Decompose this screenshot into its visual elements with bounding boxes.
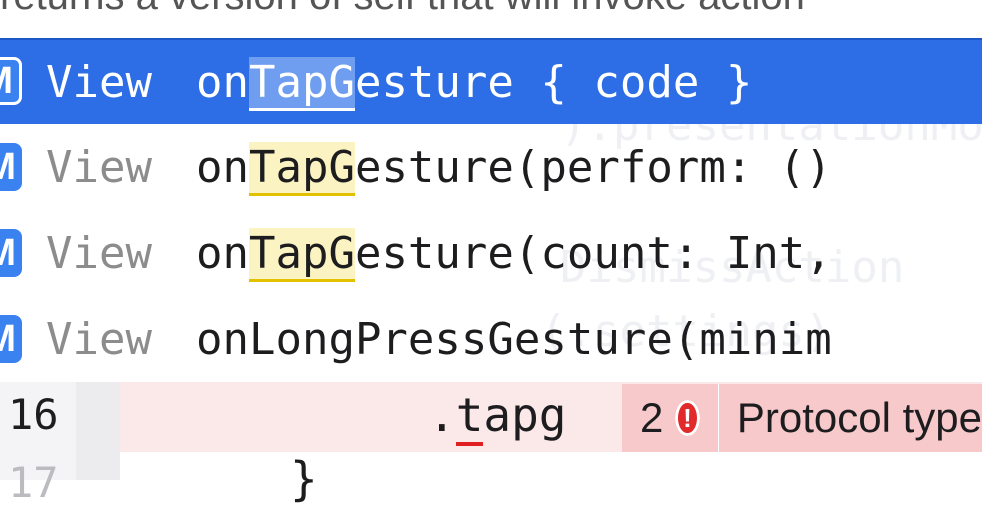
completion-type: View: [46, 56, 152, 108]
completion-type: View: [46, 313, 152, 365]
line-number: 17: [8, 458, 59, 507]
code-token-error: t: [455, 388, 484, 446]
signature-prefix: on: [196, 56, 249, 108]
signature-suffix: esture(count: Int,: [354, 227, 832, 279]
signature-prefix: on: [196, 227, 249, 279]
match-highlight: TapG: [248, 227, 355, 282]
code-folding-ribbon[interactable]: [76, 382, 120, 480]
signature-suffix: esture { code }: [354, 56, 753, 108]
completion-type: View: [46, 227, 152, 279]
completion-signature: onTapGesture(count: Int,: [196, 227, 832, 282]
code-token: apg: [483, 388, 567, 442]
method-badge-icon: M: [0, 229, 22, 277]
signature-prefix: on: [196, 141, 249, 193]
completion-item[interactable]: M View onTapGesture(count: Int,: [0, 210, 982, 296]
method-badge-icon: M: [0, 143, 22, 191]
code-token: .: [428, 388, 456, 442]
match-highlight: TapG: [248, 141, 355, 196]
line-number: 16: [8, 390, 59, 439]
issue-divider: [717, 384, 719, 452]
error-icon: !: [675, 400, 700, 436]
completion-signature: onTapGesture { code }: [196, 56, 753, 111]
code-completion-popup: @Environment(\.presentationMode ).presen…: [0, 38, 982, 382]
completion-signature: onTapGesture(perform: (): [196, 141, 832, 196]
code-line[interactable]: .tapg: [428, 388, 567, 446]
completion-type: View: [46, 141, 152, 193]
completion-item[interactable]: M View onTapGesture(perform: (): [0, 124, 982, 210]
match-highlight: TapG: [248, 56, 355, 111]
signature-suffix: esture(perform: (): [354, 141, 832, 193]
issue-message: Protocol type: [736, 394, 982, 441]
error-issue-banner[interactable]: 2 ! Protocol type: [622, 384, 982, 452]
completion-item-selected[interactable]: M View onTapGesture { code }: [0, 38, 982, 124]
method-badge-icon: M: [0, 315, 22, 363]
code-line[interactable]: }: [290, 452, 318, 506]
documentation-text: returns a version of self that will invo…: [0, 0, 982, 20]
completion-signature: onLongPressGesture(minim: [196, 313, 832, 365]
method-badge-icon: M: [0, 57, 22, 105]
completion-item[interactable]: M View onLongPressGesture(minim: [0, 296, 982, 382]
issue-count: 2: [640, 394, 664, 441]
